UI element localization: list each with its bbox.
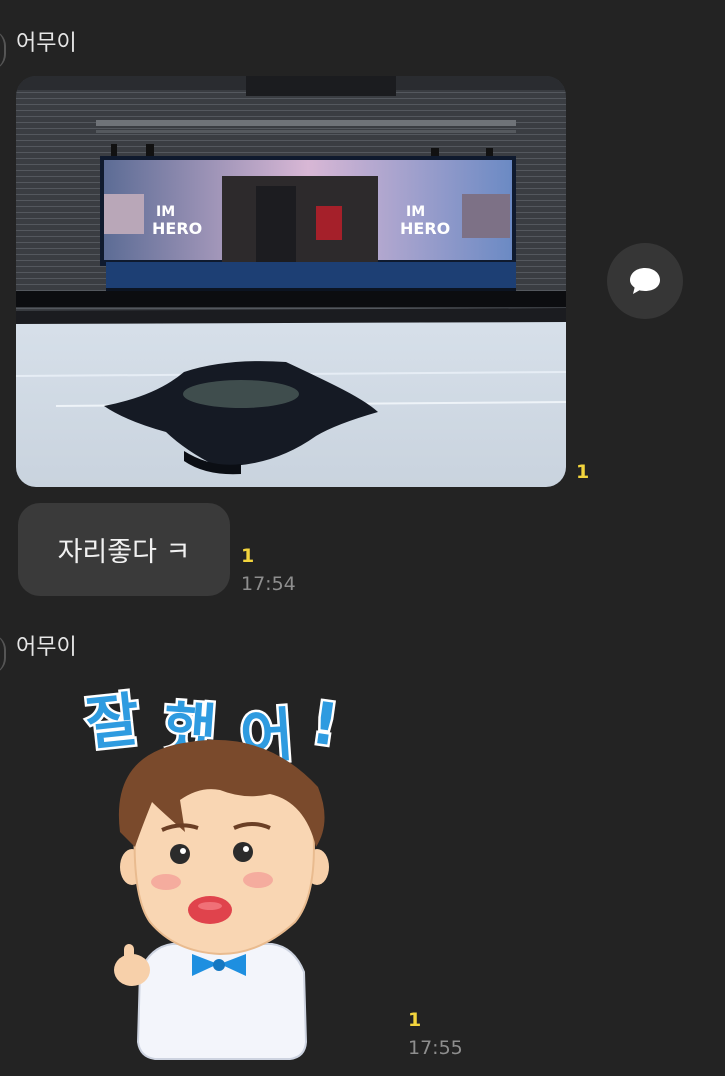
sticker-message[interactable]: 잘 했 어 ! (80, 682, 370, 1062)
svg-text:IM: IM (156, 204, 175, 220)
share-button[interactable] (607, 243, 683, 319)
svg-text:HERO: HERO (152, 219, 202, 238)
avatar[interactable] (0, 30, 6, 70)
svg-text:잘: 잘 (83, 685, 143, 758)
avatar[interactable] (0, 634, 6, 674)
photo-message[interactable]: IM HERO IM HERO (16, 76, 566, 487)
svg-text:HERO: HERO (400, 219, 450, 238)
cartoon-boy-sticker: 잘 했 어 ! (80, 683, 345, 1060)
svg-text:IM: IM (406, 204, 425, 220)
message-bubble[interactable]: 자리좋다 ㅋ (18, 503, 230, 596)
sender-name: 어무이 (16, 635, 77, 660)
svg-text:!: ! (307, 689, 343, 760)
stadium-photo: IM HERO IM HERO (16, 76, 566, 487)
message-time: 17:55 (408, 1037, 463, 1059)
unread-count: 1 (576, 461, 590, 483)
message-time: 17:54 (241, 573, 296, 595)
speech-bubble-icon (630, 268, 660, 294)
message-text: 자리좋다 ㅋ (57, 537, 191, 568)
unread-count: 1 (241, 545, 255, 567)
sender-name: 어무이 (16, 31, 77, 56)
unread-count: 1 (408, 1009, 422, 1031)
